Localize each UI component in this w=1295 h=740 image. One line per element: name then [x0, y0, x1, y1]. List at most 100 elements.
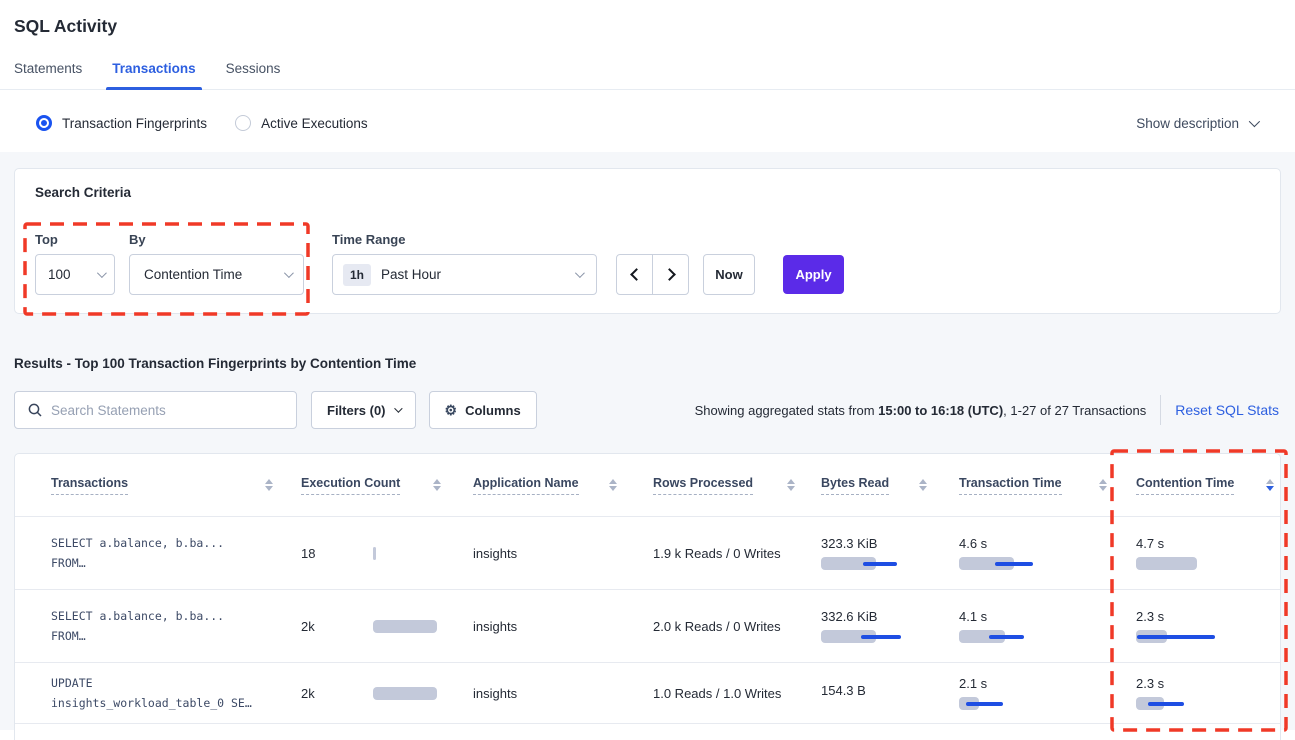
column-header-contention-time[interactable]: Contention Time — [1121, 454, 1280, 516]
by-select-value: Contention Time — [144, 267, 284, 282]
execution-count-cell: 2k — [287, 663, 455, 723]
by-field: By Contention Time — [129, 232, 304, 295]
radio-active-executions[interactable]: Active Executions — [235, 115, 368, 131]
time-range-value: Past Hour — [381, 267, 575, 282]
content-area: Search Criteria Top 100 By Contention Ti… — [0, 152, 1295, 730]
radio-label: Active Executions — [261, 116, 368, 131]
chevron-down-icon — [1249, 116, 1260, 127]
search-criteria-card: Search Criteria Top 100 By Contention Ti… — [14, 168, 1281, 314]
sql-activity-page: SQL Activity Statements Transactions Ses… — [0, 0, 1295, 740]
chevron-right-icon — [663, 268, 676, 281]
show-description-label: Show description — [1136, 116, 1239, 131]
sort-icon[interactable] — [919, 479, 927, 492]
transaction-time-bar — [959, 630, 1059, 643]
bytes-read-bar — [821, 557, 921, 570]
radio-unselected-icon — [235, 115, 251, 131]
transaction-statement[interactable]: SELECT a.balance, b.ba... FROM… — [15, 533, 287, 573]
transaction-statement[interactable]: UPDATE insights_workload_table_0 SE… — [15, 673, 287, 713]
rows-processed-cell: 1.0 Reads / 1.0 Writes — [631, 686, 809, 701]
transactions-table: Transactions Execution Count Application… — [14, 453, 1281, 740]
columns-label: Columns — [465, 403, 521, 418]
column-header-rows-processed[interactable]: Rows Processed — [631, 454, 809, 516]
page-title: SQL Activity — [14, 16, 1281, 37]
sort-icon[interactable] — [265, 479, 273, 492]
column-header-transactions[interactable]: Transactions — [15, 454, 287, 516]
top-select-value: 100 — [48, 267, 97, 282]
time-nav-group — [616, 254, 689, 295]
contention-time-cell: 2.3 s — [1121, 609, 1280, 643]
bytes-read-cell: 154.3 B — [809, 683, 941, 704]
rows-processed-cell: 2.0 k Reads / 0 Writes — [631, 619, 809, 634]
bytes-read-cell: 332.6 KiB — [809, 609, 941, 643]
table-row[interactable]: UPDATE insights_workload_table_0 SE… 2k … — [15, 662, 1280, 724]
column-header-execution-count[interactable]: Execution Count — [287, 454, 455, 516]
execution-count-bar — [373, 620, 473, 633]
contention-time-cell: 4.7 s — [1121, 536, 1280, 570]
search-criteria-fields: Top 100 By Contention Time Time Range — [15, 232, 1280, 295]
top-label: Top — [35, 232, 115, 247]
reset-sql-stats-link[interactable]: Reset SQL Stats — [1175, 402, 1279, 418]
show-description-toggle[interactable]: Show description — [1136, 116, 1257, 131]
apply-button[interactable]: Apply — [783, 255, 844, 294]
contention-time-cell: 2.3 s — [1121, 676, 1280, 710]
execution-count-cell: 2k — [287, 590, 455, 662]
execution-count-bar — [373, 687, 473, 700]
columns-button[interactable]: ⚙ Columns — [429, 391, 537, 429]
bytes-read-bar — [821, 630, 921, 643]
sort-icon[interactable] — [433, 479, 441, 492]
application-name-cell: insights — [455, 619, 631, 634]
tab-statements[interactable]: Statements — [14, 61, 82, 89]
contention-time-bar — [1136, 557, 1236, 570]
gear-icon: ⚙ — [445, 403, 458, 417]
tab-sessions[interactable]: Sessions — [226, 61, 281, 89]
top-select[interactable]: 100 — [35, 254, 115, 295]
chevron-left-icon — [630, 268, 643, 281]
sort-icon-descending[interactable] — [1266, 479, 1274, 492]
tab-transactions[interactable]: Transactions — [112, 61, 195, 89]
time-range-label: Time Range — [332, 232, 597, 247]
results-heading: Results - Top 100 Transaction Fingerprin… — [14, 356, 1281, 371]
fingerprint-toggle-row: Transaction Fingerprints Active Executio… — [0, 90, 1295, 152]
by-label: By — [129, 232, 304, 247]
column-header-transaction-time[interactable]: Transaction Time — [941, 454, 1121, 516]
now-button[interactable]: Now — [703, 254, 755, 295]
table-row[interactable]: SELECT a.balance, b.ba... FROM… 18 insig… — [15, 516, 1280, 589]
previous-time-button[interactable] — [616, 254, 653, 295]
radio-transaction-fingerprints[interactable]: Transaction Fingerprints — [36, 115, 207, 131]
transaction-statement[interactable]: SELECT a.balance, b.ba... FROM… — [15, 606, 287, 646]
execution-count-bar — [373, 547, 473, 560]
transaction-time-cell: 2.1 s — [941, 676, 1121, 710]
chevron-down-icon — [284, 268, 294, 278]
column-header-bytes-read[interactable]: Bytes Read — [809, 454, 941, 516]
time-range-field: Time Range 1h Past Hour — [332, 232, 597, 295]
rows-processed-cell: 1.9 k Reads / 0 Writes — [631, 546, 809, 561]
title-row: SQL Activity — [0, 0, 1295, 37]
tab-bar: Statements Transactions Sessions — [0, 61, 1295, 90]
search-icon — [28, 403, 42, 417]
chevron-down-icon — [575, 268, 585, 278]
table-row[interactable]: SELECT a.balance, b.ba... FROM… 2k insig… — [15, 589, 1280, 662]
sort-icon[interactable] — [609, 479, 617, 492]
chevron-down-icon — [394, 404, 402, 412]
application-name-cell: insights — [455, 546, 631, 561]
chevron-down-icon — [97, 268, 107, 278]
search-statements-input[interactable] — [51, 403, 286, 418]
column-header-application-name[interactable]: Application Name — [455, 454, 631, 516]
stats-time-range: 15:00 to 16:18 (UTC) — [878, 403, 1003, 418]
sort-icon[interactable] — [1099, 479, 1107, 492]
contention-time-bar — [1136, 697, 1236, 710]
next-time-button[interactable] — [652, 254, 689, 295]
filters-label: Filters (0) — [327, 403, 386, 418]
time-range-select[interactable]: 1h Past Hour — [332, 254, 597, 295]
time-range-badge: 1h — [343, 264, 371, 286]
aggregated-stats-text: Showing aggregated stats from 15:00 to 1… — [695, 403, 1147, 418]
sort-icon[interactable] — [787, 479, 795, 492]
transaction-time-bar — [959, 697, 1059, 710]
filters-button[interactable]: Filters (0) — [311, 391, 416, 429]
table-header-row: Transactions Execution Count Application… — [15, 454, 1280, 516]
results-toolbar: Filters (0) ⚙ Columns Showing aggregated… — [14, 391, 1281, 429]
bytes-read-cell: 323.3 KiB — [809, 536, 941, 570]
application-name-cell: insights — [455, 686, 631, 701]
radio-selected-icon — [36, 115, 52, 131]
by-select[interactable]: Contention Time — [129, 254, 304, 295]
